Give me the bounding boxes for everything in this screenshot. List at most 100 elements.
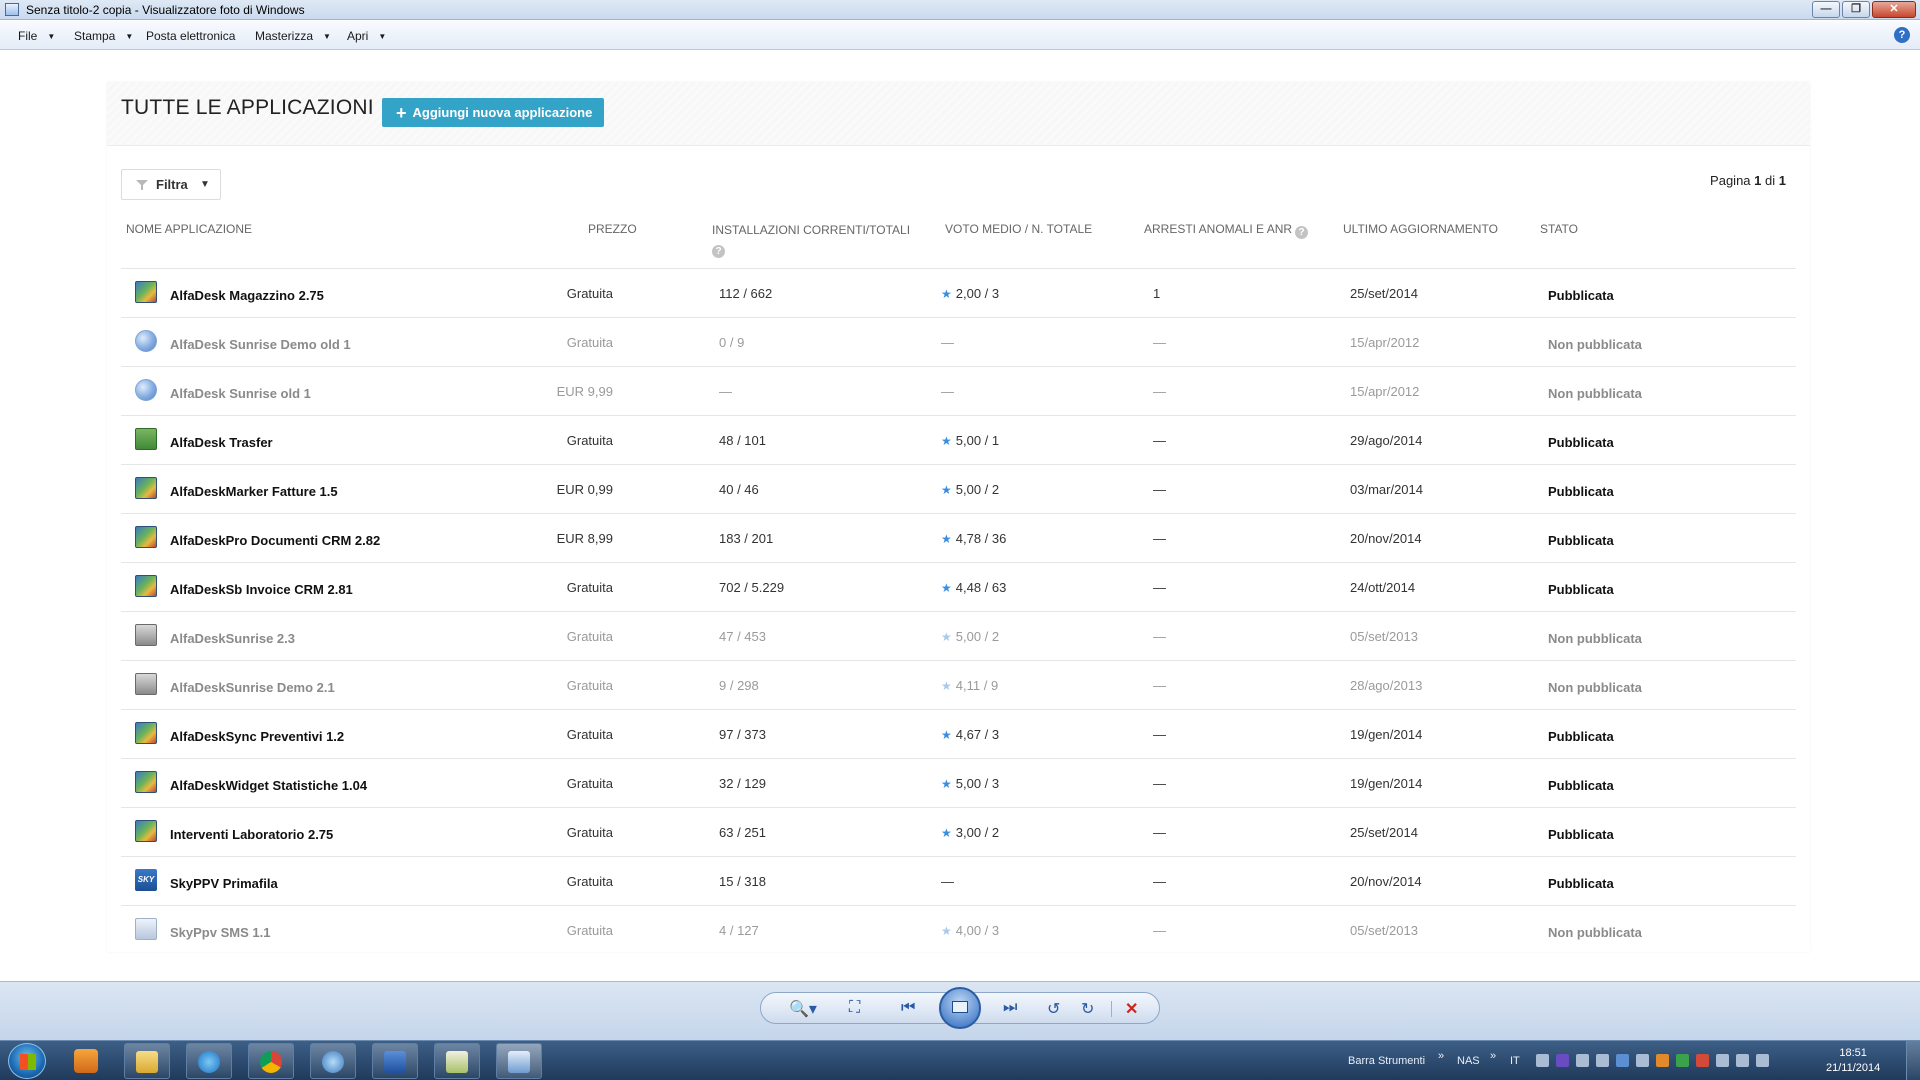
show-desktop-button[interactable] [1906,1041,1920,1080]
apps-panel: TUTTE LE APPLICAZIONI + Aggiungi nuova ap… [107,82,1810,952]
clock[interactable]: 18:51 21/11/2014 [1826,1046,1880,1076]
add-app-button[interactable]: + Aggiungi nuova applicazione [382,98,605,127]
tray-icon[interactable] [1596,1054,1609,1067]
taskbar-basic4android[interactable] [434,1043,480,1079]
rotate-right-icon[interactable]: ↻ [1081,999,1094,1019]
language-indicator[interactable]: IT [1510,1055,1520,1067]
taskbar-photo-viewer[interactable] [496,1043,542,1079]
app-name-link[interactable]: SkyPpv SMS 1.1 [170,925,270,940]
media-player-icon[interactable] [74,1049,98,1073]
app-status: Pubblicata [1548,533,1614,548]
table-row[interactable]: AlfaDesk Trasfer Gratuita 48 / 101 ★ 5,00 / … [121,415,1796,464]
app-name-link[interactable]: Interventi Laboratorio 2.75 [170,827,333,842]
app-name-link[interactable]: AlfaDesk Sunrise Demo old 1 [170,337,351,352]
column-header-name[interactable]: NOME APPLICAZIONE [126,222,252,236]
app-name-link[interactable]: AlfaDeskSunrise 2.3 [170,631,295,646]
tray-icon[interactable] [1676,1054,1689,1067]
toolbar-label[interactable]: Barra Strumenti [1348,1055,1425,1067]
next-icon[interactable]: ⏭ [1003,999,1017,1017]
previous-icon[interactable]: ⏮ [901,999,915,1017]
menu-file[interactable]: File ▼ [18,29,55,43]
app-price: EUR 0,99 [556,482,613,497]
help-circle-icon[interactable]: ? [1295,226,1309,239]
menu-stampa[interactable]: Stampa ▼ [74,29,133,43]
zoom-icon[interactable]: 🔍▾ [789,999,817,1019]
filter-button[interactable]: Filtra ▼ [121,169,221,200]
nas-toolbar-label[interactable]: NAS [1457,1055,1480,1067]
app-status: Pubblicata [1548,484,1614,499]
app-name-link[interactable]: AlfaDeskPro Documenti CRM 2.82 [170,533,380,548]
menu-masterizza-label: Masterizza [255,29,314,43]
help-icon[interactable]: ? [1894,27,1910,43]
app-name-link[interactable]: AlfaDeskSync Preventivi 1.2 [170,729,344,744]
tray-icon[interactable] [1636,1054,1649,1067]
column-header-installs[interactable]: INSTALLAZIONI CORRENTI/TOTALI ? [712,221,912,258]
table-row[interactable]: AlfaDesk Magazzino 2.75 Gratuita 112 / 662… [121,268,1796,317]
tray-icon[interactable] [1536,1054,1549,1067]
slideshow-button[interactable] [939,987,981,1029]
app-name-link[interactable]: AlfaDesk Sunrise old 1 [170,386,311,401]
app-price: Gratuita [566,874,613,889]
table-row[interactable]: AlfaDesk Sunrise old 1 EUR 9,99 — — — 15/apr/… [121,366,1796,415]
app-rating: ★ 4,67 / 3 [941,727,999,742]
plus-icon: + [396,103,407,123]
column-header-installs-label: INSTALLAZIONI CORRENTI/TOTALI [712,223,911,237]
help-circle-icon[interactable]: ? [712,245,725,258]
table-row[interactable]: AlfaDeskPro Documenti CRM 2.82 EUR 8,99 18… [121,513,1796,562]
app-name-link[interactable]: SkyPPV Primafila [170,876,278,891]
tray-icon[interactable] [1656,1054,1669,1067]
table-row[interactable]: Interventi Laboratorio 2.75 Gratuita 63 / … [121,807,1796,856]
maximize-button[interactable]: ❐ [1842,1,1870,18]
table-row[interactable]: AlfaDeskSb Invoice CRM 2.81 Gratuita 702 /… [121,562,1796,611]
table-row[interactable]: AlfaDeskSync Preventivi 1.2 Gratuita 97 / … [121,709,1796,758]
table-row[interactable]: AlfaDeskMarker Fatture 1.5 EUR 0,99 40 / 4… [121,464,1796,513]
nas-chevron-icon[interactable]: » [1490,1050,1496,1062]
column-header-rating[interactable]: VOTO MEDIO / N. TOTALE [945,222,1092,236]
taskbar-internet-explorer[interactable] [186,1043,232,1079]
table-row[interactable]: AlfaDeskWidget Statistiche 1.04 Gratuita 3… [121,758,1796,807]
chevron-down-icon: ▼ [200,179,210,190]
rotate-left-icon[interactable]: ↺ [1047,999,1060,1019]
menu-posta-elettronica[interactable]: Posta elettronica [146,29,235,43]
taskbar-word[interactable] [372,1043,418,1079]
taskbar: Barra Strumenti » NAS » IT 18:51 21/11/2… [0,1040,1920,1080]
table-row[interactable]: AlfaDesk Sunrise Demo old 1 Gratuita 0 / 9… [121,317,1796,366]
fit-to-window-icon[interactable]: ⛶ [849,999,860,1017]
taskbar-messenger[interactable] [310,1043,356,1079]
menu-stampa-label: Stampa [74,29,116,43]
tray-icon[interactable] [1576,1054,1589,1067]
column-header-price[interactable]: PREZZO [588,222,637,236]
app-name-link[interactable]: AlfaDesk Trasfer [170,435,273,450]
tray-icon[interactable] [1716,1054,1729,1067]
delete-icon[interactable]: ✕ [1125,999,1138,1019]
table-row[interactable]: AlfaDeskSunrise 2.3 Gratuita 47 / 453 ★ 5,00… [121,611,1796,660]
taskbar-explorer[interactable] [124,1043,170,1079]
column-header-status[interactable]: STATO [1540,222,1578,236]
app-installs: 48 / 101 [719,433,766,448]
toolbar-chevron-icon[interactable]: » [1438,1050,1444,1062]
taskbar-chrome[interactable] [248,1043,294,1079]
clock-time: 18:51 [1839,1047,1867,1059]
tray-icon[interactable] [1736,1054,1749,1067]
volume-icon[interactable] [1756,1054,1769,1067]
menu-masterizza[interactable]: Masterizza ▼ [255,29,331,43]
tray-icon[interactable] [1556,1054,1569,1067]
app-rating-value: 4,48 / 63 [955,580,1007,595]
column-header-updated[interactable]: ULTIMO AGGIORNAMENTO [1343,222,1498,236]
app-name-link[interactable]: AlfaDeskSb Invoice CRM 2.81 [170,582,353,597]
app-name-link[interactable]: AlfaDeskWidget Statistiche 1.04 [170,778,367,793]
start-button[interactable] [8,1043,46,1079]
minimize-button[interactable]: — [1812,1,1840,18]
table-row[interactable]: SKY SkyPPV Primafila Gratuita 15 / 318 — — 20/… [121,856,1796,905]
table-row[interactable]: AlfaDeskSunrise Demo 2.1 Gratuita 9 / 298 ★… [121,660,1796,709]
app-name-link[interactable]: AlfaDesk Magazzino 2.75 [170,288,324,303]
menu-posta-label: Posta elettronica [146,29,236,43]
close-button[interactable]: ✕ [1872,1,1916,18]
menu-apri[interactable]: Apri ▼ [347,29,386,43]
tray-icon[interactable] [1616,1054,1629,1067]
column-header-crashes[interactable]: ARRESTI ANOMALI E ANR? [1144,222,1309,239]
app-name-link[interactable]: AlfaDeskSunrise Demo 2.1 [170,680,335,695]
table-row[interactable]: SkyPpv SMS 1.1 Gratuita 4 / 127 ★ 4,00 / 3 — 0… [121,905,1796,954]
tray-icon[interactable] [1696,1054,1709,1067]
app-name-link[interactable]: AlfaDeskMarker Fatture 1.5 [170,484,338,499]
